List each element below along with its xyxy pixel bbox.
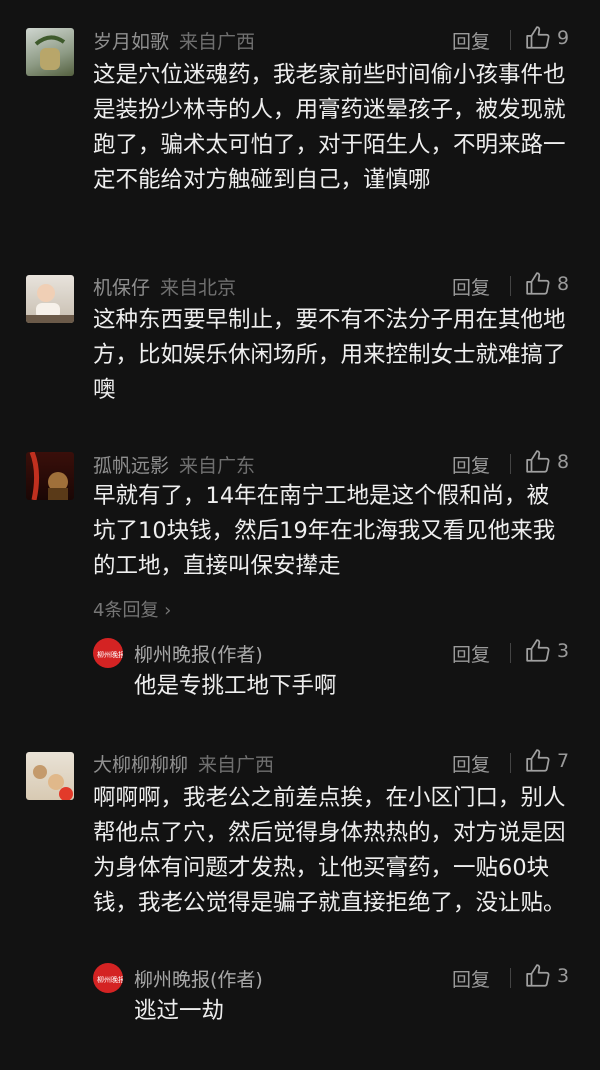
like-button[interactable]: 7 — [525, 748, 569, 774]
reply-author[interactable]: 柳州晚报(作者) — [134, 965, 263, 992]
author-avatar[interactable]: 柳州晚报 — [93, 638, 123, 668]
author-location: 来自北京 — [160, 277, 237, 299]
svg-text:柳州晚报: 柳州晚报 — [97, 975, 123, 984]
divider — [510, 753, 511, 773]
like-button[interactable]: 3 — [525, 638, 569, 664]
divider — [510, 30, 511, 50]
thumbs-up-icon — [526, 272, 550, 295]
like-count: 8 — [557, 451, 570, 473]
comment-text: 这种东西要早制止，要不有不法分子用在其他地方，比如娱乐休闲场所，用来控制女士就难… — [93, 307, 566, 403]
svg-text:柳州晚报: 柳州晚报 — [97, 650, 123, 659]
reply-button[interactable]: 回复 — [452, 273, 490, 300]
more-replies-label: 4条回复 — [93, 600, 159, 621]
reply-button[interactable]: 回复 — [452, 27, 490, 54]
thumbs-up-icon — [526, 964, 550, 987]
divider — [510, 276, 511, 296]
author-name[interactable]: 大柳柳柳柳 — [93, 754, 188, 776]
divider — [510, 454, 511, 474]
like-button[interactable]: 3 — [525, 963, 569, 989]
like-button[interactable]: 9 — [525, 25, 569, 51]
like-count: 8 — [557, 273, 570, 295]
comment-text: 这是穴位迷魂药，我老家前些时间偷小孩事件也是装扮少林寺的人，用膏药迷晕孩子，被发… — [93, 62, 566, 193]
like-count: 3 — [557, 640, 570, 662]
divider — [510, 968, 511, 988]
chevron-right-icon: › — [158, 600, 172, 621]
like-button[interactable]: 8 — [525, 449, 569, 475]
reply-text: 他是专挑工地下手啊 — [134, 673, 337, 699]
comment-author[interactable]: 机保仔 来自北京 — [93, 273, 236, 300]
author-location: 来自广西 — [198, 754, 275, 776]
thumbs-up-icon — [526, 450, 550, 473]
reply-button[interactable]: 回复 — [452, 750, 490, 777]
thumbs-up-icon — [526, 639, 550, 662]
reply-button[interactable]: 回复 — [452, 451, 490, 478]
author-location: 来自广西 — [179, 31, 256, 53]
reply-button[interactable]: 回复 — [452, 640, 490, 667]
divider — [510, 643, 511, 663]
author-name[interactable]: 孤帆远影 — [93, 455, 169, 477]
avatar[interactable] — [26, 752, 74, 800]
author-name[interactable]: 岁月如歌 — [93, 31, 169, 53]
comment-author[interactable]: 孤帆远影 来自广东 — [93, 451, 255, 478]
reply-author[interactable]: 柳州晚报(作者) — [134, 640, 263, 667]
reply-button[interactable]: 回复 — [452, 965, 490, 992]
author-location: 来自广东 — [179, 455, 256, 477]
author-avatar[interactable]: 柳州晚报 — [93, 963, 123, 993]
comment-text: 早就有了，14年在南宁工地是这个假和尚，被坑了10块钱，然后19年在北海我又看见… — [93, 483, 556, 579]
thumbs-up-icon — [526, 749, 550, 772]
comment-author[interactable]: 大柳柳柳柳 来自广西 — [93, 750, 274, 777]
like-count: 3 — [557, 965, 570, 987]
like-count: 9 — [557, 27, 570, 49]
thumbs-up-icon — [526, 26, 550, 49]
avatar[interactable] — [26, 275, 74, 323]
more-replies-link[interactable]: 4条回复 › — [93, 596, 171, 622]
avatar[interactable] — [26, 452, 74, 500]
like-button[interactable]: 8 — [525, 271, 569, 297]
avatar[interactable] — [26, 28, 74, 76]
comment-author[interactable]: 岁月如歌 来自广西 — [93, 27, 255, 54]
author-name[interactable]: 机保仔 — [93, 277, 150, 299]
reply-text: 逃过一劫 — [134, 998, 225, 1024]
like-count: 7 — [557, 750, 570, 772]
comment-text: 啊啊啊，我老公之前差点挨，在小区门口，别人帮他点了穴，然后觉得身体热热的，对方说… — [93, 785, 566, 916]
